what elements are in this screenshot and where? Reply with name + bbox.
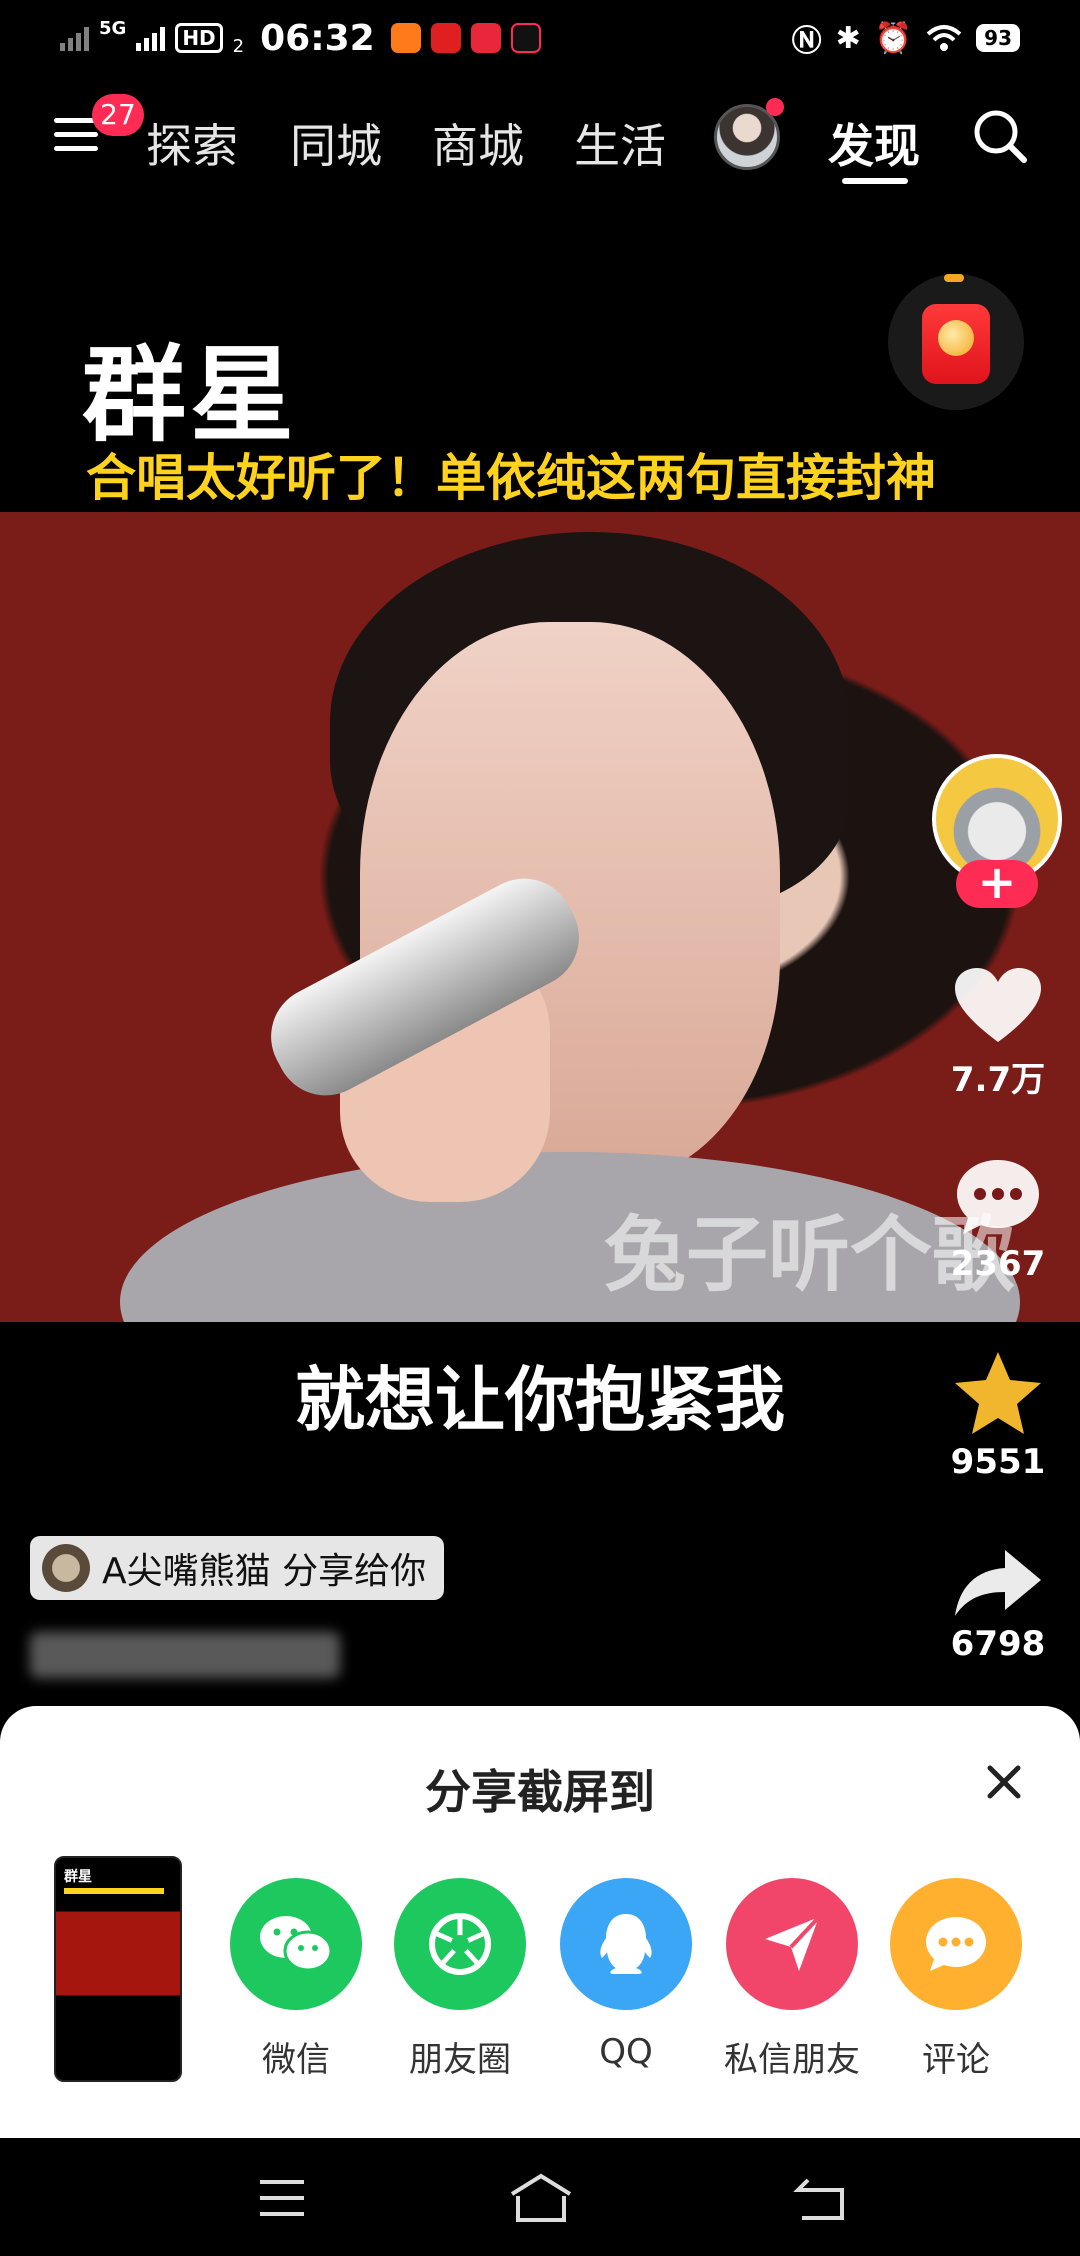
send-icon bbox=[726, 1878, 858, 2010]
home-icon[interactable] bbox=[506, 2172, 576, 2224]
top-nav: 27 探索 同城 商城 生活 发现 bbox=[0, 88, 1080, 188]
shared-by-text: A尖嘴熊猫 分享给你 bbox=[102, 1551, 427, 1592]
share-option-label: 微信 bbox=[262, 2040, 330, 2080]
qq-icon bbox=[560, 1878, 692, 2010]
tiktok-notification-icon bbox=[510, 23, 541, 53]
share-count: 6798 bbox=[950, 1624, 1046, 1664]
follow-button[interactable]: + bbox=[956, 859, 1038, 908]
signal-icon bbox=[60, 25, 89, 51]
app-notification-icon bbox=[470, 23, 501, 53]
tab-life[interactable]: 生活 bbox=[574, 110, 666, 176]
network-type: 5G bbox=[99, 17, 127, 39]
tab-nearby[interactable]: 同城 bbox=[290, 110, 382, 176]
share-button[interactable]: 6798 bbox=[940, 1548, 1056, 1664]
recent-apps-icon[interactable] bbox=[252, 2172, 312, 2224]
video-caption: 就想让你抱紧我 bbox=[295, 1359, 785, 1441]
video-subtitle: 合唱太好听了！单依纯这两句直接封神 bbox=[86, 449, 936, 507]
shared-by-chip[interactable]: A尖嘴熊猫 分享给你 bbox=[30, 1536, 445, 1600]
bluetooth-icon: ✱ bbox=[835, 20, 861, 56]
share-wechat-button[interactable]: 微信 bbox=[226, 1878, 366, 2081]
tab-mall[interactable]: 商城 bbox=[432, 110, 524, 176]
favorite-button[interactable]: 9551 bbox=[940, 1350, 1056, 1482]
alarm-icon: ⏰ bbox=[874, 20, 913, 56]
share-option-label: QQ bbox=[599, 2032, 653, 2072]
battery-indicator: 93 bbox=[976, 24, 1020, 52]
wifi-icon bbox=[926, 25, 962, 51]
hd-sub: 2 bbox=[232, 35, 245, 57]
wechat-icon bbox=[230, 1878, 362, 2010]
share-comment-button[interactable]: 评论 bbox=[886, 1878, 1026, 2081]
favorite-count: 9551 bbox=[950, 1442, 1046, 1482]
share-arrow-icon bbox=[955, 1550, 1041, 1616]
share-sheet-title: 分享截屏到 bbox=[425, 1765, 655, 1819]
back-icon[interactable] bbox=[790, 2172, 850, 2224]
search-icon[interactable] bbox=[972, 108, 1028, 164]
comment-count: 2367 bbox=[950, 1244, 1046, 1284]
comment-icon bbox=[890, 1878, 1022, 2010]
nfc-icon: Ⓝ bbox=[791, 24, 822, 59]
comment-button[interactable]: 2367 bbox=[940, 1158, 1056, 1284]
star-icon bbox=[955, 1352, 1041, 1434]
screenshot-thumbnail[interactable]: 群星 bbox=[54, 1856, 182, 2082]
tab-discover[interactable]: 发现 bbox=[828, 110, 920, 176]
red-packet-icon[interactable] bbox=[888, 274, 1024, 410]
app-notification-icon bbox=[430, 23, 461, 53]
share-option-label: 私信朋友 bbox=[724, 2040, 860, 2080]
app-notification-icon bbox=[390, 23, 421, 53]
moments-icon bbox=[394, 1878, 526, 2010]
system-navigation-bar bbox=[0, 2138, 1080, 2256]
blurred-author-name bbox=[30, 1632, 340, 1678]
heart-icon bbox=[955, 968, 1041, 1042]
active-tab-indicator bbox=[842, 178, 908, 184]
new-content-dot bbox=[766, 98, 784, 116]
signal-5g-icon bbox=[136, 25, 166, 51]
share-dm-button[interactable]: 私信朋友 bbox=[722, 1878, 862, 2081]
share-sheet: 分享截屏到 群星 微信 朋友圈 QQ 私信朋友 评论 bbox=[0, 1706, 1080, 2138]
clock: 06:32 bbox=[260, 17, 375, 59]
notification-badge: 27 bbox=[92, 94, 144, 136]
status-bar: 5G HD 2 06:32 Ⓝ ✱ ⏰ 93 bbox=[0, 0, 1080, 76]
share-option-label: 朋友圈 bbox=[409, 2040, 511, 2080]
sharer-avatar bbox=[42, 1544, 90, 1592]
share-option-label: 评论 bbox=[922, 2040, 990, 2080]
share-qq-button[interactable]: QQ bbox=[556, 1878, 696, 2072]
comment-icon bbox=[957, 1160, 1039, 1234]
hd-badge: HD bbox=[175, 23, 223, 53]
close-icon[interactable] bbox=[978, 1756, 1030, 1808]
like-button[interactable]: 7.7万 bbox=[940, 966, 1056, 1101]
like-count: 7.7万 bbox=[950, 1060, 1046, 1100]
share-moments-button[interactable]: 朋友圈 bbox=[390, 1878, 530, 2081]
tab-explore[interactable]: 探索 bbox=[146, 110, 238, 176]
